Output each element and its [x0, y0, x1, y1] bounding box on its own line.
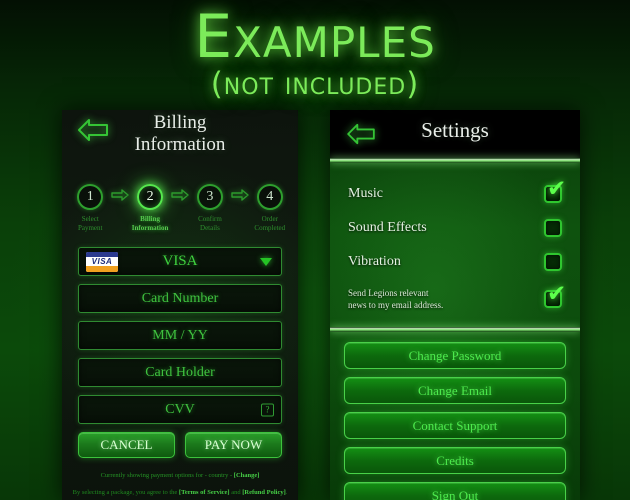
billing-fine-print: Currently showing payment options for - …	[62, 471, 298, 498]
step-label-line2: Completed	[254, 224, 286, 232]
check-icon: ✔	[547, 281, 567, 307]
card-holder-input[interactable]: Card Holder	[78, 358, 282, 387]
refund-policy-link[interactable]: [Refund Policy]	[242, 489, 286, 496]
settings-toggle-list: Music ✔ Sound Effects Vibration Send Leg…	[330, 163, 580, 319]
step-order-completed[interactable]: 4 Order Completed	[250, 184, 290, 233]
terms-notice-and: and	[229, 489, 243, 496]
step-label-line2: Payment	[77, 224, 103, 232]
check-icon: ✔	[547, 176, 567, 202]
country-notice-text: Currently showing payment options for - …	[100, 472, 234, 479]
cancel-button[interactable]: CANCEL	[78, 432, 175, 458]
terms-notice-period: .	[285, 489, 288, 496]
card-holder-placeholder: Card Holder	[145, 364, 215, 380]
settings-header: Settings	[330, 110, 580, 158]
terms-of-service-link[interactable]: [Terms of Service]	[179, 489, 230, 496]
visa-card-icon: VISA	[86, 251, 118, 272]
billing-form: VISA VISA Card Number MM / YY Card Holde…	[62, 247, 298, 424]
chevron-down-icon[interactable]	[260, 257, 272, 266]
step-label-line1: Billing	[140, 215, 160, 223]
step-select-payment[interactable]: 1 Select Payment	[70, 184, 110, 233]
billing-actions: CANCEL PAY NOW	[62, 432, 298, 458]
step-confirm-details[interactable]: 3 Confirm Details	[190, 184, 230, 233]
billing-title-line2: Information	[134, 134, 226, 155]
change-password-button[interactable]: Change Password	[344, 342, 566, 369]
setting-row-newsletter[interactable]: Send Legions relevant news to my email a…	[348, 279, 566, 319]
step-arrow-icon	[230, 184, 249, 201]
setting-label: Sound Effects	[348, 220, 427, 235]
step-label: Select Payment	[70, 215, 110, 233]
card-type-select[interactable]: VISA VISA	[78, 247, 282, 276]
setting-label: Music	[348, 186, 383, 201]
card-number-placeholder: Card Number	[141, 290, 219, 306]
card-type-value: VISA	[162, 253, 198, 269]
checkout-stepper: 1 Select Payment 2 Billing Information 3…	[62, 184, 298, 233]
expiry-date-placeholder: MM / YY	[152, 327, 208, 343]
terms-notice-text: By selecting a package, you agree to the	[72, 489, 179, 496]
cvv-input[interactable]: CVV ?	[78, 395, 282, 424]
setting-row-music[interactable]: Music ✔	[348, 177, 566, 211]
vibration-checkbox[interactable]	[544, 253, 562, 271]
newsletter-label-line1: Send Legions relevant	[348, 288, 429, 298]
card-number-input[interactable]: Card Number	[78, 284, 282, 313]
page-title: Examples	[194, 2, 436, 72]
newsletter-label-line2: news to my email address.	[348, 300, 444, 310]
terms-notice: By selecting a package, you agree to the…	[70, 488, 290, 498]
billing-page-title: Billing Information	[62, 112, 298, 156]
step-label: Billing Information	[130, 215, 170, 233]
section-divider	[330, 327, 580, 332]
step-label-line2: Details	[200, 224, 220, 232]
sign-out-button[interactable]: Sign Out	[344, 482, 566, 500]
step-label-line2: Information	[131, 224, 169, 232]
setting-label: Vibration	[348, 254, 401, 269]
step-label-line1: Select	[81, 215, 99, 223]
step-label: Order Completed	[250, 215, 290, 233]
cvv-placeholder: CVV	[165, 401, 195, 417]
music-checkbox[interactable]: ✔	[544, 178, 566, 203]
pay-now-button[interactable]: PAY NOW	[185, 432, 282, 458]
step-number: 3	[196, 184, 223, 210]
step-number: 1	[77, 184, 104, 210]
visa-logo-text: VISA	[86, 256, 118, 266]
step-label: Confirm Details	[190, 215, 230, 233]
settings-screen: Settings Music ✔ Sound Effects Vibration…	[330, 110, 580, 500]
billing-header: Billing Information	[62, 110, 298, 162]
change-email-button[interactable]: Change Email	[344, 377, 566, 404]
billing-title-line1: Billing	[153, 112, 207, 133]
step-arrow-icon	[110, 184, 129, 201]
step-arrow-icon	[170, 184, 189, 201]
help-icon[interactable]: ?	[261, 403, 274, 416]
step-label-line1: Order	[261, 215, 278, 223]
contact-support-button[interactable]: Contact Support	[344, 412, 566, 439]
page-title-block: Examples (not included)	[0, 6, 630, 101]
country-notice: Currently showing payment options for - …	[70, 471, 290, 481]
newsletter-label: Send Legions relevant news to my email a…	[348, 287, 443, 311]
credits-button[interactable]: Credits	[344, 447, 566, 474]
sound-effects-checkbox[interactable]	[544, 219, 562, 237]
billing-information-screen: Billing Information 1 Select Payment 2 B…	[62, 110, 298, 500]
step-billing-information[interactable]: 2 Billing Information	[130, 184, 170, 233]
setting-row-sound-effects[interactable]: Sound Effects	[348, 211, 562, 245]
page-subtitle: (not included)	[210, 66, 420, 102]
expiry-date-input[interactable]: MM / YY	[78, 321, 282, 350]
step-number: 4	[256, 184, 283, 210]
step-number: 2	[137, 184, 164, 210]
settings-page-title: Settings	[421, 118, 489, 142]
step-label-line1: Confirm	[198, 215, 222, 223]
setting-row-vibration[interactable]: Vibration	[348, 245, 562, 279]
change-country-link[interactable]: [Change]	[234, 472, 260, 479]
settings-action-buttons: Change Password Change Email Contact Sup…	[330, 332, 580, 500]
header-divider	[330, 158, 580, 163]
newsletter-checkbox[interactable]: ✔	[544, 283, 566, 308]
